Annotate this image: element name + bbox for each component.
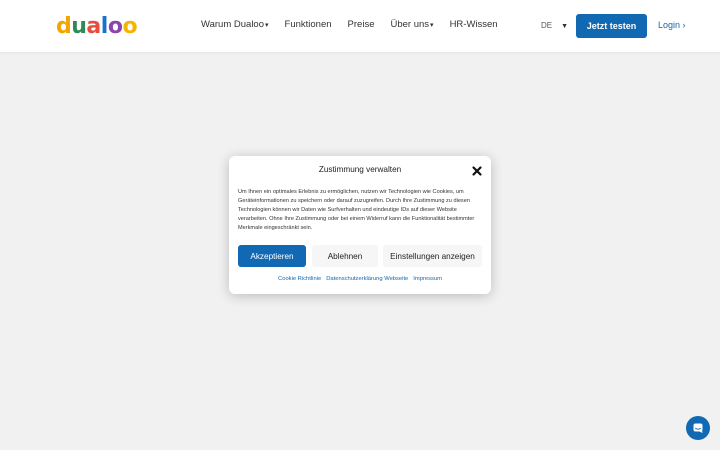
deny-button[interactable]: Ablehnen <box>312 245 378 267</box>
consent-text: Um Ihnen ein optimales Erlebnis zu ermög… <box>238 189 475 231</box>
site-header: d u a l o o Warum Dualoo▾ Funktionen Pre… <box>0 0 720 52</box>
nav-item-label: Preise <box>347 19 375 30</box>
chat-icon <box>693 423 703 433</box>
login-link[interactable]: Login › <box>658 20 686 30</box>
nav-item-label: Funktionen <box>284 19 332 30</box>
nav-item-label: HR-Wissen <box>449 19 498 30</box>
nav-item-ueber-uns[interactable]: Über uns▾ <box>390 19 433 30</box>
show-settings-button[interactable]: Einstellungen anzeigen <box>383 245 482 267</box>
logo-letter: l <box>100 14 109 39</box>
main-nav: Warum Dualoo▾ Funktionen Preise Über uns… <box>201 19 498 30</box>
logo-letter: d <box>56 14 72 39</box>
chat-launcher-button[interactable] <box>686 416 710 440</box>
privacy-policy-link[interactable]: Datenschutzerklärung Webseite <box>326 276 408 282</box>
chevron-down-icon: ▾ <box>265 22 269 29</box>
nav-item-hr-wissen[interactable]: HR-Wissen <box>450 19 498 30</box>
nav-item-warum-dualoo[interactable]: Warum Dualoo▾ <box>201 19 269 30</box>
logo-letter: u <box>71 14 87 39</box>
nav-item-funktionen[interactable]: Funktionen <box>285 19 332 30</box>
chevron-down-icon: ▼ <box>561 23 569 30</box>
logo-letter: o <box>122 14 138 39</box>
logo-letter: o <box>107 14 123 39</box>
chevron-down-icon: ▾ <box>430 22 434 29</box>
nav-item-label: Über uns <box>390 19 430 30</box>
logo-letter: a <box>86 14 101 39</box>
language-label: DE <box>541 21 553 30</box>
language-selector[interactable]: DE ▼ <box>541 21 568 30</box>
dualoo-logo[interactable]: d u a l o o <box>56 14 138 39</box>
close-icon[interactable] <box>471 164 483 176</box>
cookie-policy-link[interactable]: Cookie Richtlinie <box>278 276 321 282</box>
consent-links: Cookie Richtlinie Datenschutzerklärung W… <box>229 276 491 282</box>
consent-title: Zustimmung verwalten <box>318 165 402 174</box>
nav-item-preise[interactable]: Preise <box>348 19 375 30</box>
nav-item-label: Warum Dualoo <box>201 19 265 30</box>
try-now-button[interactable]: Jetzt testen <box>576 14 647 38</box>
imprint-link[interactable]: Impressum <box>413 276 442 282</box>
accept-button[interactable]: Akzeptieren <box>238 245 306 267</box>
consent-dialog: Zustimmung verwalten Um Ihnen ein optima… <box>229 156 491 294</box>
